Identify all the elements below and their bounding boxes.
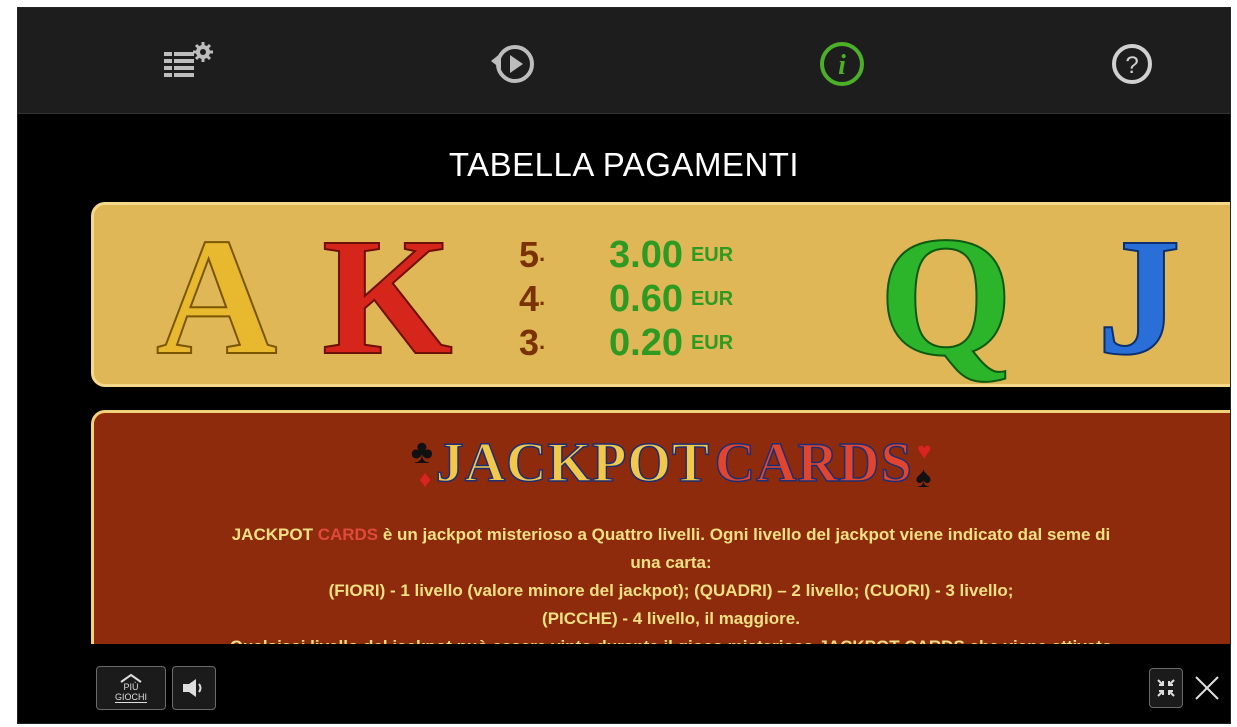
symbol-j: J (1096, 204, 1182, 390)
payout-count: 5 (519, 234, 540, 275)
payout-value: 0.60 (609, 277, 683, 320)
paytable-panel: A K 5· 3.00 EUR 4· 0.60 EUR 3· 0.20 EUR (91, 202, 1230, 387)
payout-value: 3.00 (609, 233, 683, 276)
payout-row: 4· 0.60 EUR (519, 277, 734, 320)
page-title: TABELLA PAGAMENTI (448, 146, 800, 183)
symbol-q: Q (878, 202, 1014, 392)
paytable-content[interactable]: TABELLA PAGAMENTI A K 5· 3.00 EUR 4· 0.6… (18, 114, 1230, 644)
collapse-icon (1157, 679, 1175, 697)
payout-row: 5· 3.00 EUR (519, 233, 734, 276)
speaker-icon (183, 679, 202, 697)
bottom-bar: PIÙ GIOCHI (18, 644, 1230, 723)
svg-text:?: ? (1125, 52, 1138, 79)
more-games-button[interactable]: PIÙ GIOCHI (96, 666, 166, 710)
symbol-k: K (321, 204, 454, 390)
payout-currency: EUR (690, 331, 734, 354)
spade-suit-icon: ♠ (915, 461, 932, 494)
diamond-suit-icon: ♦ (419, 466, 432, 493)
payout-count: 4 (519, 278, 540, 319)
close-button[interactable] (1188, 668, 1226, 708)
exit-fullscreen-button[interactable] (1149, 668, 1183, 708)
payout-value: 0.20 (609, 321, 683, 364)
payout-row: 3· 0.20 EUR (519, 321, 734, 364)
jackpot-cards-logo: ♣♦ JACKPOT CARDS ♥♠ (410, 431, 932, 495)
autoplay-icon[interactable] (486, 36, 542, 92)
game-frame: i ? TABELLA PAGAMENTI A K 5· 3.00 EUR 4· (17, 7, 1231, 724)
svg-text:i: i (838, 50, 846, 81)
info-icon[interactable]: i (814, 36, 870, 92)
symbol-a: A (155, 204, 278, 390)
settings-stack-icon[interactable] (161, 36, 217, 92)
help-icon[interactable]: ? (1104, 36, 1160, 92)
top-toolbar: i ? (18, 8, 1230, 114)
close-icon (1195, 676, 1219, 700)
payout-count: 3 (519, 322, 540, 363)
payout-currency: EUR (690, 243, 734, 266)
sound-button[interactable] (172, 666, 216, 710)
payout-list: 5· 3.00 EUR 4· 0.60 EUR 3· 0.20 EUR (519, 233, 779, 365)
payout-currency: EUR (690, 287, 734, 310)
jackpot-description: JACKPOT CARDS è un jackpot misterioso a … (230, 525, 1112, 644)
jackpot-panel: ♣♦ JACKPOT CARDS ♥♠ JACKPOT CARDS è un j… (91, 410, 1230, 644)
